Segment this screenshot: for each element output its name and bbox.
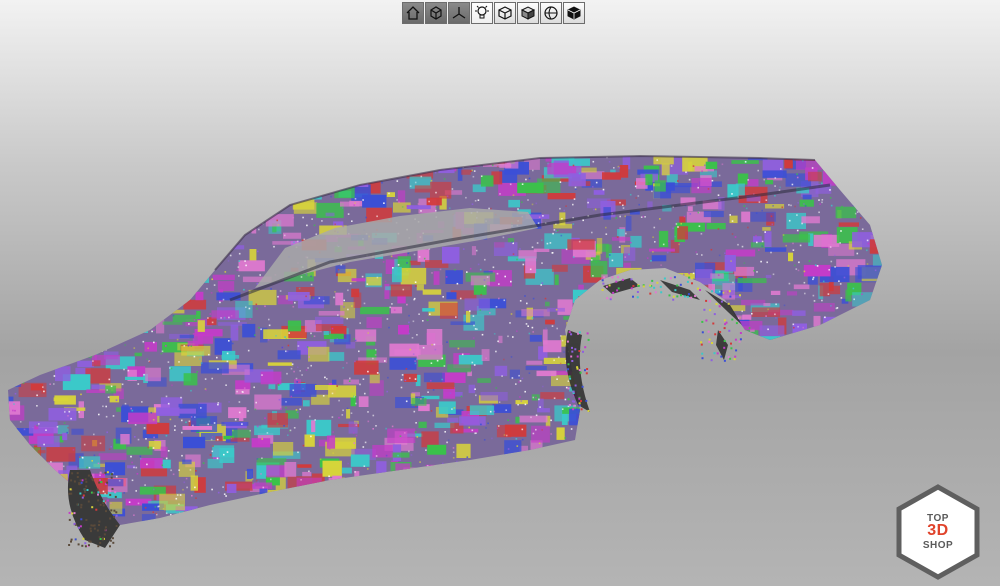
shaded-mode-button[interactable] — [517, 2, 539, 24]
wireframe-cube-icon — [498, 6, 512, 20]
3d-viewport[interactable]: TOP 3D SHOP — [0, 0, 1000, 586]
logo-line-shop: SHOP — [922, 540, 954, 551]
axes-view-button[interactable] — [448, 2, 470, 24]
fit-view-button[interactable] — [425, 2, 447, 24]
light-bulb-icon — [475, 5, 489, 19]
car-point-cloud-scan[interactable] — [0, 0, 1000, 586]
wireframe-mode-button[interactable] — [494, 2, 516, 24]
home-icon — [406, 6, 420, 20]
sphere-view-icon — [544, 6, 558, 20]
top3dshop-logo: TOP 3D SHOP — [895, 484, 981, 580]
view-toolbar — [402, 2, 585, 24]
solid-cube-icon — [567, 6, 581, 20]
wheel-arch-scan — [565, 276, 742, 412]
logo-line-3d: 3D — [927, 522, 949, 539]
solid-mode-button[interactable] — [563, 2, 585, 24]
lighting-button[interactable] — [471, 2, 493, 24]
fit-view-icon — [430, 6, 442, 20]
home-view-button[interactable] — [402, 2, 424, 24]
axes-view-icon — [452, 7, 466, 19]
shaded-cube-icon — [520, 6, 536, 20]
sphere-view-button[interactable] — [540, 2, 562, 24]
